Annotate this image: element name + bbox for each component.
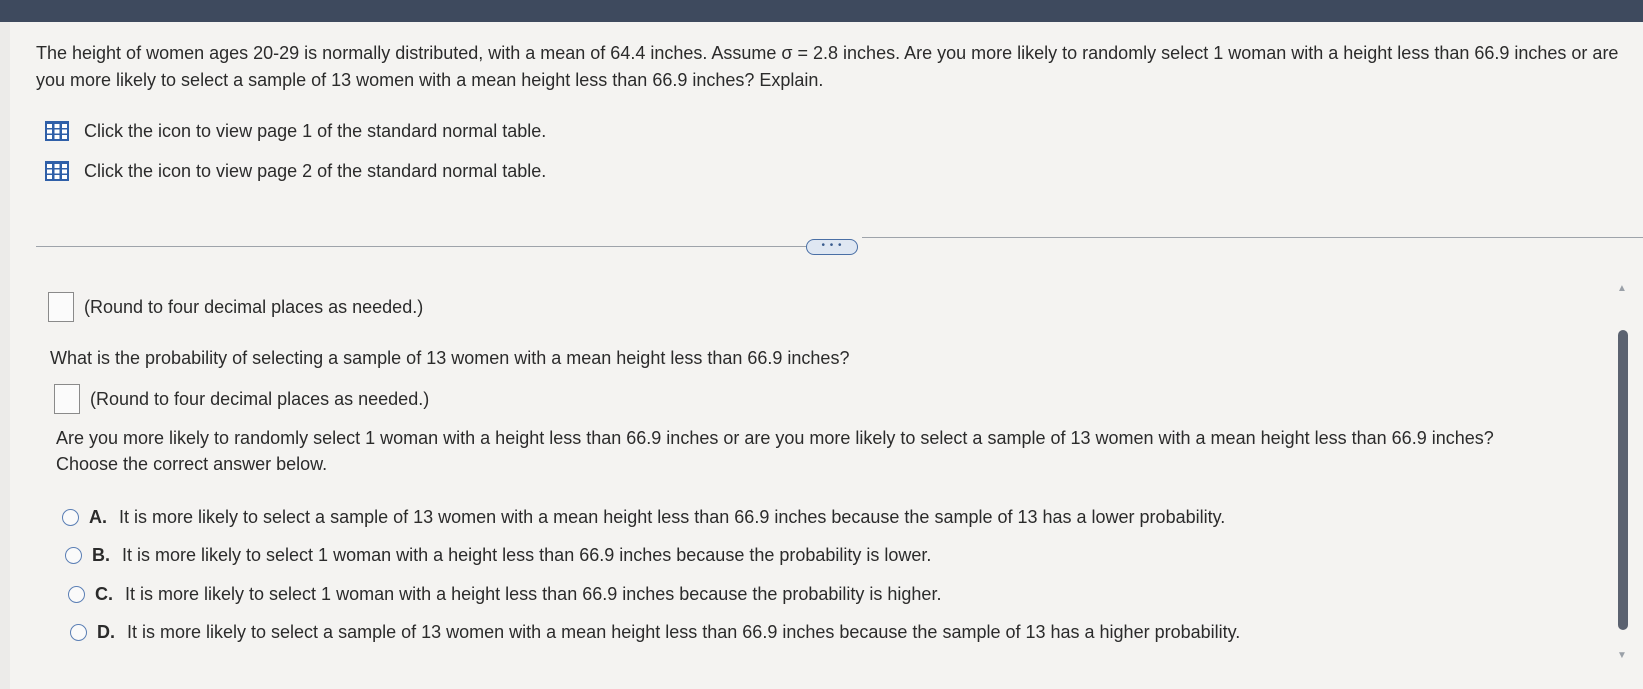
section-divider [862,237,1643,238]
option-c-text[interactable]: It is more likely to select 1 woman with… [125,584,941,605]
option-b[interactable]: B. It is more likely to select 1 woman w… [65,545,931,566]
table-icon[interactable] [44,120,70,142]
option-d[interactable]: D. It is more likely to select a sample … [70,622,1240,643]
answer-line-1: (Round to four decimal places as needed.… [48,292,423,322]
option-a-letter[interactable]: A. [89,507,107,528]
expand-button[interactable]: • • • [806,239,858,255]
part2-prompt: What is the probability of selecting a s… [50,348,850,368]
radio-button-b[interactable] [65,547,82,564]
option-d-letter[interactable]: D. [97,622,115,643]
part3-prompt: Are you more likely to randomly select 1… [56,428,1494,474]
option-c[interactable]: C. It is more likely to select 1 woman w… [68,584,941,605]
option-a-text[interactable]: It is more likely to select a sample of … [119,507,1225,528]
scrollbar[interactable] [1618,330,1628,630]
answer-input-1[interactable] [48,292,74,322]
question-text: The height of women ages 20-29 is normal… [36,43,1619,90]
answer-line-2: (Round to four decimal places as needed.… [54,384,429,414]
table-link-page-2[interactable]: Click the icon to view page 2 of the sta… [44,160,546,182]
radio-button-d[interactable] [70,624,87,641]
section-divider [36,246,806,247]
rounding-hint-2: (Round to four decimal places as needed.… [90,388,430,409]
option-b-letter[interactable]: B. [92,545,110,566]
option-b-text[interactable]: It is more likely to select 1 woman with… [122,545,931,566]
option-c-letter[interactable]: C. [95,584,113,605]
scroll-down-arrow-icon[interactable]: ▼ [1617,650,1627,661]
option-a[interactable]: A. It is more likely to select a sample … [62,507,1225,528]
option-d-text[interactable]: It is more likely to select a sample of … [127,622,1240,643]
top-bar [0,0,1643,22]
table-link-page-1[interactable]: Click the icon to view page 1 of the sta… [44,120,546,142]
table-link-page-1-label[interactable]: Click the icon to view page 1 of the sta… [84,121,546,142]
rounding-hint-1: (Round to four decimal places as needed.… [84,296,424,317]
radio-button-c[interactable] [68,586,85,603]
table-link-page-2-label[interactable]: Click the icon to view page 2 of the sta… [84,161,546,182]
answer-input-2[interactable] [54,384,80,414]
scroll-up-arrow-icon[interactable]: ▲ [1617,283,1627,294]
table-icon[interactable] [44,160,70,182]
radio-button-a[interactable] [62,509,79,526]
